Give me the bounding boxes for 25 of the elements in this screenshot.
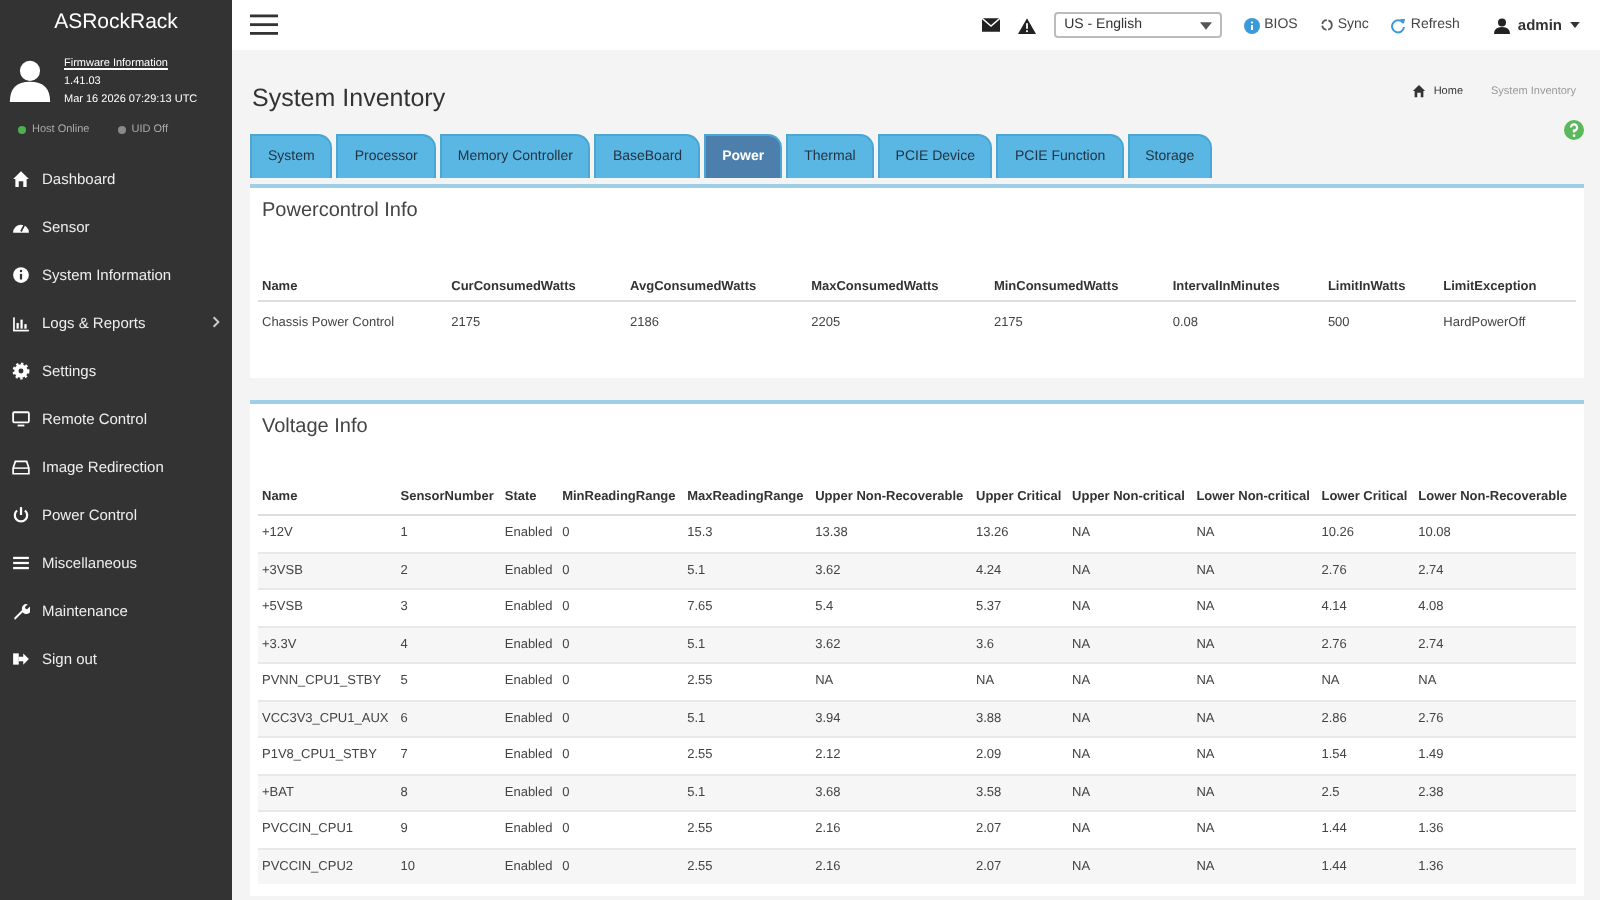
info-icon bbox=[12, 265, 30, 283]
sign-out-icon bbox=[12, 649, 30, 667]
refresh-icon bbox=[1390, 17, 1407, 33]
bar-chart-icon bbox=[12, 313, 30, 331]
power-icon bbox=[12, 505, 30, 523]
sync-icon bbox=[1319, 18, 1334, 32]
section-title: Powercontrol Info bbox=[260, 198, 420, 226]
drive-icon bbox=[12, 457, 30, 475]
home-icon bbox=[1411, 84, 1426, 98]
brand-title: ASRockRack bbox=[52, 8, 180, 38]
monitor-icon bbox=[12, 409, 30, 427]
menu-icon bbox=[12, 553, 30, 571]
user-avatar-icon bbox=[8, 58, 52, 102]
caret-icon bbox=[1570, 22, 1580, 28]
settings-icon bbox=[12, 361, 30, 379]
home-icon bbox=[12, 169, 30, 187]
user-icon bbox=[1493, 17, 1510, 33]
wrench-icon bbox=[12, 601, 30, 619]
mail-icon[interactable] bbox=[982, 18, 1001, 32]
caret-icon bbox=[1200, 21, 1213, 29]
menu-icon[interactable] bbox=[250, 14, 278, 36]
section-title: Voltage Info bbox=[260, 414, 370, 442]
page-title: System Inventory bbox=[252, 84, 446, 112]
info-icon bbox=[1244, 17, 1261, 33]
warning-icon[interactable] bbox=[1018, 17, 1037, 33]
